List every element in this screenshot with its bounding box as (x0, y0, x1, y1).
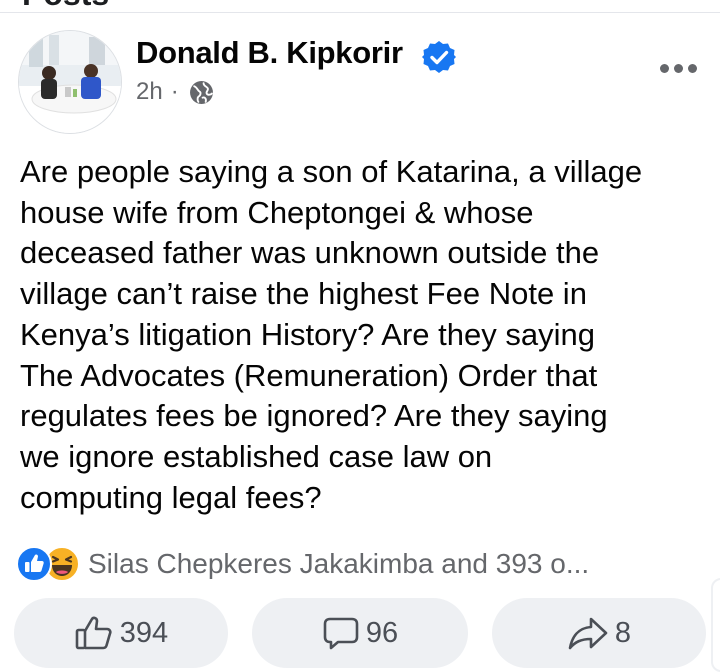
like-reaction-icon (16, 546, 52, 582)
verified-badge-icon (422, 41, 456, 73)
like-button[interactable]: 394 (14, 598, 228, 668)
more-options-icon[interactable] (660, 64, 697, 73)
dot (688, 64, 697, 73)
post-body-text: Are people saying a son of Katarina, a v… (20, 154, 643, 515)
timestamp[interactable]: 2h (136, 78, 163, 106)
thumbs-up-icon (75, 616, 112, 650)
share-count: 8 (614, 616, 632, 649)
reactions-summary-text[interactable]: Silas Chepkeres Jakakimba and 393 o... (88, 548, 589, 580)
dot (674, 64, 683, 73)
reactions-summary[interactable]: Silas Chepkeres Jakakimba and 393 o... (16, 544, 589, 584)
author-name[interactable]: Donald B. Kipkorir (136, 35, 403, 71)
dot (660, 64, 669, 73)
share-arrow-icon (568, 617, 608, 650)
next-card-edge (711, 578, 720, 672)
meta-separator: · (170, 78, 179, 105)
share-button[interactable]: 8 (492, 598, 706, 668)
author-avatar[interactable] (18, 30, 122, 134)
like-count: 394 (119, 616, 169, 649)
globe-icon (189, 80, 213, 104)
comment-button[interactable]: 96 (252, 598, 468, 668)
avatar-photo (19, 31, 121, 133)
comment-count: 96 (365, 616, 399, 649)
comment-bubble-icon (323, 617, 359, 650)
post-meta: 2h · (136, 78, 214, 106)
divider (0, 12, 720, 13)
